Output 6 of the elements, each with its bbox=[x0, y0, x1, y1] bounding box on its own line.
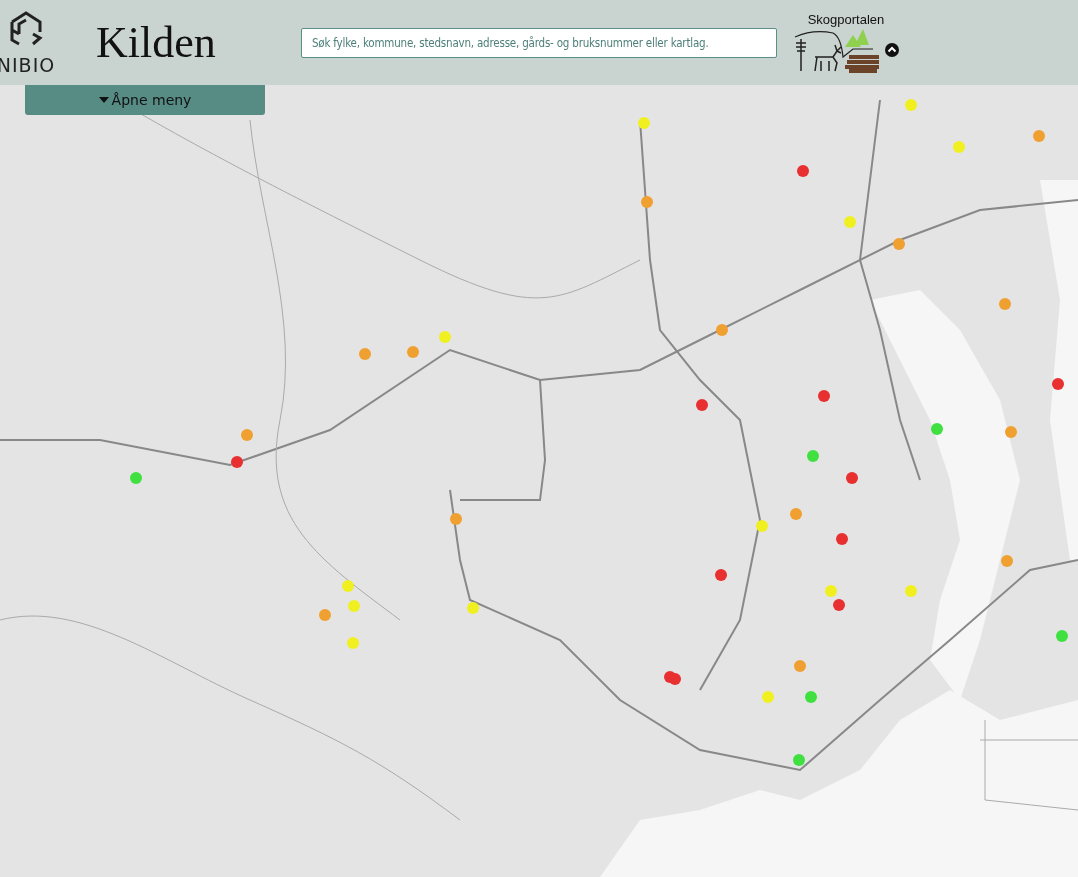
search-field[interactable]: Søk fylke, kommune, stedsnavn, adresse, gårds- og bruksnummer eller kartlag. bbox=[301, 27, 777, 58]
collapse-icon[interactable] bbox=[885, 43, 899, 57]
caret-icon bbox=[98, 97, 109, 103]
portal-label: Skogportalen bbox=[807, 12, 885, 27]
menu-button[interactable]: Åpne meny bbox=[25, 85, 265, 115]
app-title: Kilden bbox=[96, 17, 217, 68]
